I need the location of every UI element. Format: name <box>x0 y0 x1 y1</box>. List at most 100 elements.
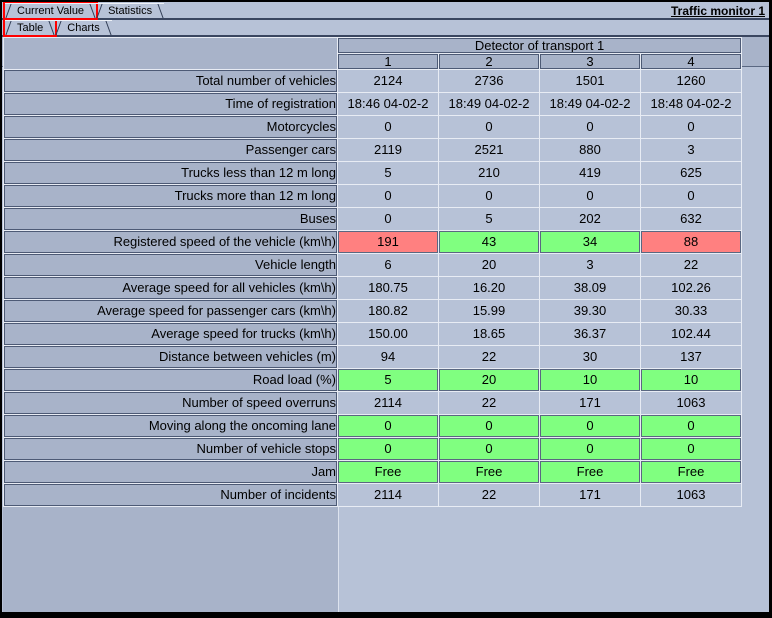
row-label: Average speed for passenger cars (km\h) <box>4 300 337 322</box>
cell: 3 <box>641 139 741 161</box>
tab-charts[interactable]: Charts <box>55 20 112 35</box>
view-tabs: Table Charts <box>2 18 769 37</box>
cell: 20 <box>439 254 539 276</box>
tab-current-value-label: Current Value <box>17 5 85 17</box>
cell: 5 <box>439 208 539 230</box>
cell-highlight-green: 0 <box>338 438 438 460</box>
cell-highlight-green: 0 <box>641 438 741 460</box>
cell: 2119 <box>338 139 438 161</box>
row-label: Vehicle length <box>4 254 337 276</box>
cell: 2114 <box>338 392 438 414</box>
tab-statistics-label: Statistics <box>108 5 153 17</box>
row-label: Moving along the oncoming lane <box>4 415 337 437</box>
cell: 2114 <box>338 484 438 506</box>
cell: 94 <box>338 346 438 368</box>
cell-highlight-green: 0 <box>439 415 539 437</box>
cell: 22 <box>641 254 741 276</box>
traffic-monitor-window: Current Value Statistics Traffic monitor… <box>0 0 772 618</box>
row-label: Registered speed of the vehicle (km\h) <box>4 231 337 253</box>
cell: 0 <box>338 116 438 138</box>
traffic-grid: Detector of transport 1 1 2 3 4 Total nu… <box>3 37 742 507</box>
column-header: 1 <box>338 54 438 69</box>
row-label: Trucks more than 12 m long <box>4 185 337 207</box>
tab-statistics[interactable]: Statistics <box>96 3 165 18</box>
table-row: Distance between vehicles (m) 94 22 30 1… <box>4 346 741 368</box>
cell-highlight-green: 10 <box>641 369 741 391</box>
tab-charts-label: Charts <box>67 22 100 34</box>
table-row: Trucks more than 12 m long 0 0 0 0 <box>4 185 741 207</box>
cell: 15.99 <box>439 300 539 322</box>
cell: 5 <box>338 162 438 184</box>
cell: 0 <box>439 116 539 138</box>
cell-highlight-green: 34 <box>540 231 640 253</box>
cell: 0 <box>338 185 438 207</box>
cell-highlight-green: 20 <box>439 369 539 391</box>
group-header-row: Detector of transport 1 <box>4 38 741 69</box>
cell: 419 <box>540 162 640 184</box>
cell: 1260 <box>641 70 741 92</box>
cell: 22 <box>439 346 539 368</box>
table-row: Registered speed of the vehicle (km\h) 1… <box>4 231 741 253</box>
page-title: Traffic monitor 1 <box>670 4 765 18</box>
cell-highlight-green: 0 <box>540 415 640 437</box>
row-label: Trucks less than 12 m long <box>4 162 337 184</box>
cell-highlight-green: 0 <box>439 438 539 460</box>
cell: 0 <box>439 185 539 207</box>
cell: 0 <box>540 116 640 138</box>
cell: 102.26 <box>641 277 741 299</box>
cell: 30.33 <box>641 300 741 322</box>
row-label: Buses <box>4 208 337 230</box>
table-row: Motorcycles 0 0 0 0 <box>4 116 741 138</box>
cell-highlight-red: 191 <box>338 231 438 253</box>
cell: 18:46 04-02-2 <box>338 93 438 115</box>
cell: 632 <box>641 208 741 230</box>
cell: 1063 <box>641 392 741 414</box>
cell: 880 <box>540 139 640 161</box>
table-row: Number of incidents 2114 22 171 1063 <box>4 484 741 506</box>
row-label: Jam <box>4 461 337 483</box>
tab-table-label: Table <box>17 22 44 34</box>
cell: 38.09 <box>540 277 640 299</box>
table-row: Average speed for trucks (km\h) 150.00 1… <box>4 323 741 345</box>
cell: 30 <box>540 346 640 368</box>
cell-highlight-green: 10 <box>540 369 640 391</box>
cell-highlight-green: Free <box>641 461 741 483</box>
table-row: Moving along the oncoming lane 0 0 0 0 <box>4 415 741 437</box>
cell: 2521 <box>439 139 539 161</box>
cell: 3 <box>540 254 640 276</box>
tab-table[interactable]: Table <box>2 18 58 37</box>
cell: 18.65 <box>439 323 539 345</box>
table-row: Total number of vehicles 2124 2736 1501 … <box>4 70 741 92</box>
column-header: 2 <box>439 54 539 69</box>
table-row: Road load (%) 5 20 10 10 <box>4 369 741 391</box>
cell: 2736 <box>439 70 539 92</box>
row-label: Distance between vehicles (m) <box>4 346 337 368</box>
table-row: Time of registration 18:46 04-02-2 18:49… <box>4 93 741 115</box>
row-label: Number of vehicle stops <box>4 438 337 460</box>
cell: 6 <box>338 254 438 276</box>
row-label: Motorcycles <box>4 116 337 138</box>
cell: 180.82 <box>338 300 438 322</box>
cell: 1063 <box>641 484 741 506</box>
cell-highlight-green: Free <box>540 461 640 483</box>
cell-highlight-green: Free <box>439 461 539 483</box>
cell: 171 <box>540 392 640 414</box>
cell: 625 <box>641 162 741 184</box>
tab-current-value[interactable]: Current Value <box>2 2 99 20</box>
cell: 1501 <box>540 70 640 92</box>
row-label: Passenger cars <box>4 139 337 161</box>
table-row: Average speed for all vehicles (km\h) 18… <box>4 277 741 299</box>
cell: 180.75 <box>338 277 438 299</box>
column-header: 4 <box>641 54 741 69</box>
row-label: Average speed for all vehicles (km\h) <box>4 277 337 299</box>
row-label: Total number of vehicles <box>4 70 337 92</box>
table-row: Trucks less than 12 m long 5 210 419 625 <box>4 162 741 184</box>
cell-highlight-red: 88 <box>641 231 741 253</box>
cell: 150.00 <box>338 323 438 345</box>
cell: 18:48 04-02-2 <box>641 93 741 115</box>
row-label: Average speed for trucks (km\h) <box>4 323 337 345</box>
cell: 171 <box>540 484 640 506</box>
cell: 202 <box>540 208 640 230</box>
cell: 22 <box>439 484 539 506</box>
table-row: Buses 0 5 202 632 <box>4 208 741 230</box>
